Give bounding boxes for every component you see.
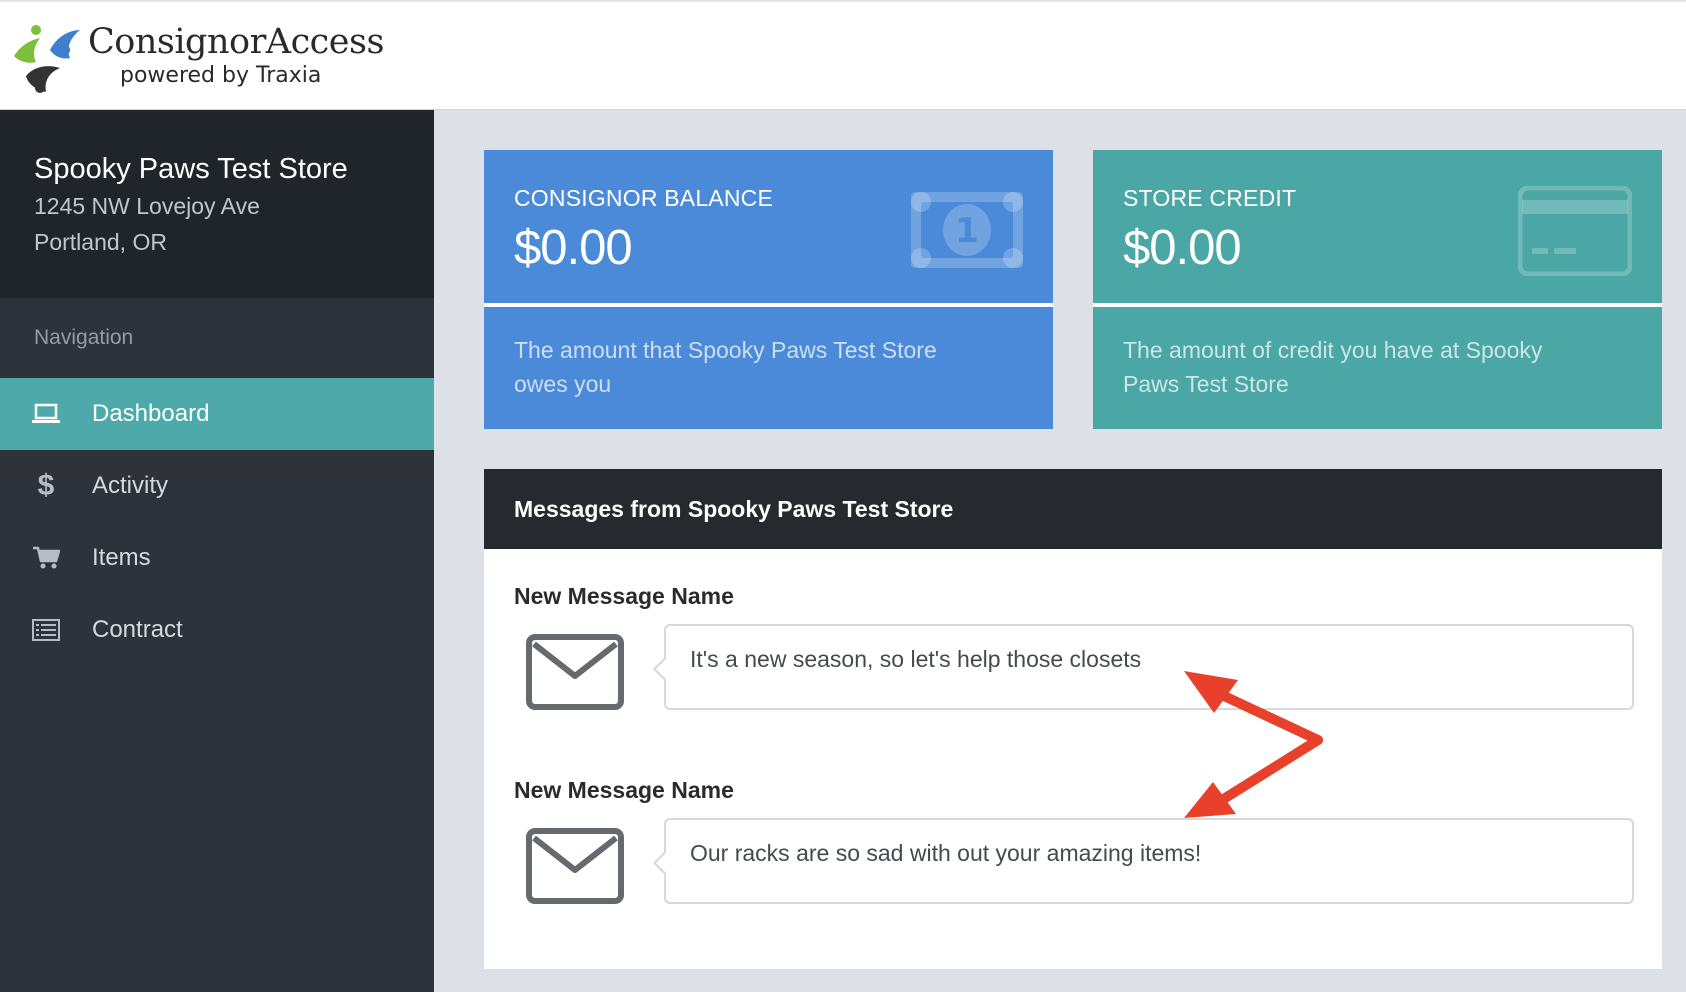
messages-panel: Messages from Spooky Paws Test Store New… [484,469,1662,969]
brand-logo[interactable]: ConsignorAccess powered by Traxia [6,16,384,102]
store-name: Spooky Paws Test Store [34,153,348,185]
sidebar-item-items[interactable]: Items [0,522,434,594]
sidebar-item-label: Dashboard [92,400,210,427]
brand-name: ConsignorAccess [88,22,384,62]
consignor-balance-card: CONSIGNOR BALANCE $0.00 1 The amount tha… [484,150,1053,429]
svg-text:1: 1 [955,211,979,251]
laptop-icon [0,403,92,425]
message-item: New Message Name Our racks are so sad wi… [484,743,1662,937]
card-description: The amount of credit you have at Spooky … [1123,337,1543,397]
money-bill-icon: 1 [911,192,1023,268]
messages-header: Messages from Spooky Paws Test Store [484,469,1662,549]
dollar-icon: $ [37,469,55,502]
cart-icon [0,546,92,570]
nav-heading: Navigation [34,326,134,349]
message-body: It's a new season, so let's help those c… [653,624,1634,710]
list-icon [0,619,92,641]
sidebar-item-activity[interactable]: $ Activity [0,450,434,522]
brand-tagline: powered by Traxia [120,63,322,88]
store-info: Spooky Paws Test Store 1245 NW Lovejoy A… [0,110,434,298]
envelope-icon [526,634,624,710]
store-address-line2: Portland, OR [34,228,167,255]
traxia-logo-icon [14,25,80,93]
sidebar-item-dashboard[interactable]: Dashboard [0,378,434,450]
sidebar-item-label: Activity [92,472,169,499]
top-header: ConsignorAccess powered by Traxia [0,0,1686,110]
card-description: The amount that Spooky Paws Test Store o… [514,337,937,397]
sidebar-item-contract[interactable]: Contract [0,594,434,666]
message-item: New Message Name It's a new season, so l… [484,549,1662,743]
message-title: New Message Name [514,583,734,609]
sidebar-item-label: Items [92,544,151,571]
sidebar-item-label: Contract [92,616,183,643]
credit-card-icon [1518,186,1632,276]
message-title: New Message Name [514,777,734,803]
envelope-icon [526,828,624,904]
sidebar: Spooky Paws Test Store 1245 NW Lovejoy A… [0,110,434,992]
store-address-line1: 1245 NW Lovejoy Ave [34,192,260,219]
store-credit-card: STORE CREDIT $0.00 The amount of credit … [1093,150,1662,429]
message-body: Our racks are so sad with out your amazi… [653,818,1634,904]
